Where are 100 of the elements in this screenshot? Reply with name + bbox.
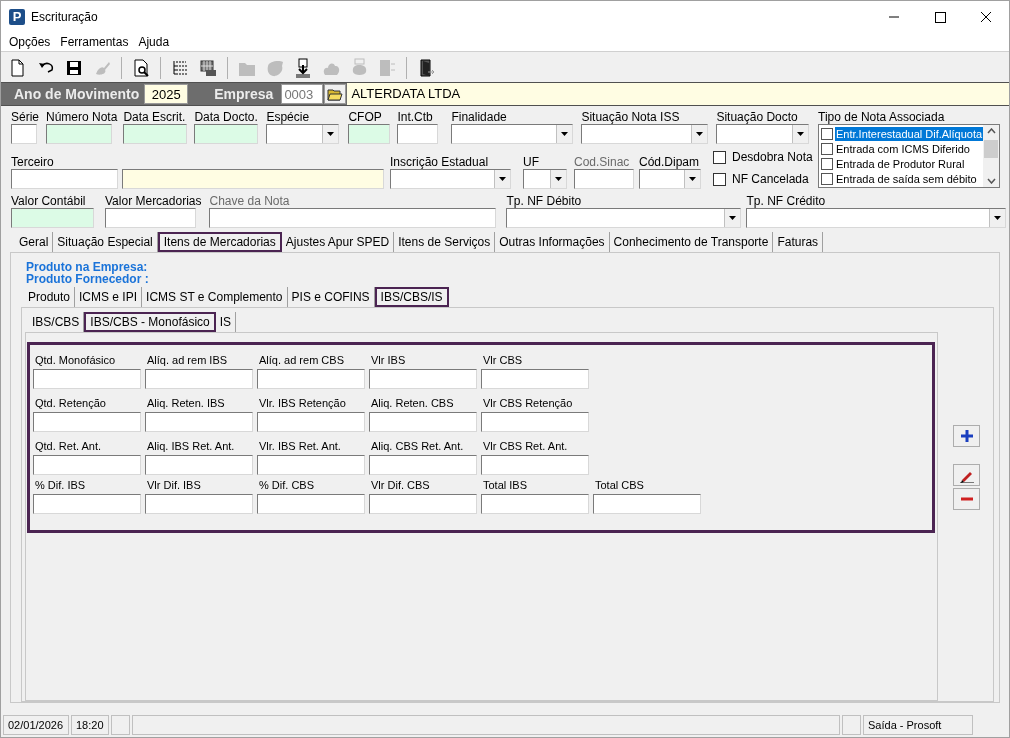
checkbox[interactable]: [713, 172, 726, 186]
field-label: Aliq. IBS Ret. Ant.: [146, 440, 236, 453]
checkbox[interactable]: [821, 127, 833, 140]
input-field[interactable]: [33, 412, 141, 432]
dropdown-arrow-icon: [797, 132, 805, 136]
input-field[interactable]: [397, 124, 439, 144]
dropdown-field[interactable]: [581, 124, 709, 144]
add-button[interactable]: [953, 425, 980, 447]
field-label: Cód.Dipam: [639, 156, 701, 168]
input-field[interactable]: [145, 455, 253, 475]
field-label: Data Docto.: [194, 111, 259, 123]
input-field[interactable]: [123, 124, 188, 144]
dropdown-field[interactable]: [746, 208, 1007, 228]
menu-item[interactable]: Ferramentas: [55, 32, 134, 51]
input-field[interactable]: [33, 369, 141, 389]
list-item[interactable]: Entrada com ICMS Diferido: [835, 141, 971, 156]
input-field[interactable]: [369, 412, 477, 432]
input-field[interactable]: [481, 369, 589, 389]
field-label: Terceiro: [11, 156, 55, 168]
status-panel: [111, 715, 130, 735]
product-label: Produto na Empresa:: [26, 261, 149, 273]
checkbox[interactable]: [821, 142, 833, 155]
input-field[interactable]: [145, 369, 253, 389]
input-field[interactable]: [257, 369, 365, 389]
company-name-field[interactable]: ALTERDATA LTDA: [347, 83, 1009, 105]
checkbox[interactable]: [713, 150, 726, 164]
status-panel: [842, 715, 861, 735]
company-code-field[interactable]: 0003: [281, 84, 324, 104]
field-label: Int.Ctb: [397, 111, 434, 123]
input-field[interactable]: [194, 124, 259, 144]
input-field[interactable]: [574, 169, 634, 189]
app-logo: P: [9, 8, 25, 25]
tab[interactable]: IS: [215, 312, 237, 332]
menu-item[interactable]: Opções: [4, 32, 56, 51]
field-label: Chave da Nota: [209, 195, 291, 207]
dropdown-field[interactable]: [506, 208, 742, 228]
input-field[interactable]: [11, 124, 37, 144]
input-field[interactable]: [481, 494, 589, 514]
input-field[interactable]: [145, 494, 253, 514]
input-field[interactable]: [481, 455, 589, 475]
field-label: Tipo de Nota Associada: [818, 111, 946, 123]
dropdown-field[interactable]: [716, 124, 810, 144]
list-item[interactable]: Entrada de saída sem débito: [835, 171, 978, 186]
download-icon[interactable]: [293, 57, 313, 78]
checklist-box[interactable]: Entr.Interestadual Dif.Alíquota Entrada com ICMS Diferido Entrada de Produtor Rural Entrada de saída sem débito: [818, 124, 1000, 188]
status-text: 02/01/2026: [3, 715, 69, 735]
input-field[interactable]: [33, 455, 141, 475]
input-field[interactable]: [33, 494, 141, 514]
input-field[interactable]: [257, 412, 365, 432]
input-field[interactable]: [209, 208, 497, 228]
checkbox[interactable]: [821, 172, 833, 185]
input-field[interactable]: [481, 412, 589, 432]
tab[interactable]: PIS e COFINS: [287, 287, 375, 307]
field-label: Data Escrit.: [123, 111, 187, 123]
tab[interactable]: Produto: [24, 287, 76, 307]
list-item[interactable]: Entrada de Produtor Rural: [835, 156, 966, 171]
edit-button[interactable]: [953, 464, 980, 486]
input-field[interactable]: [369, 369, 477, 389]
input-field[interactable]: [593, 494, 701, 514]
field-label: Ano de Movimento: [14, 84, 140, 104]
tab[interactable]: ICMS ST e Complemento: [142, 287, 288, 307]
input-field[interactable]: [11, 208, 94, 228]
tab[interactable]: Itens de Mercadorias: [157, 232, 282, 252]
open-folder-button[interactable]: [324, 84, 347, 104]
input-field[interactable]: [122, 169, 384, 189]
input-field[interactable]: [105, 208, 196, 228]
year-field[interactable]: 2025: [144, 84, 189, 104]
input-field[interactable]: [46, 124, 112, 144]
input-field[interactable]: [348, 124, 391, 144]
menu-item[interactable]: Ajuda: [133, 32, 175, 51]
list-item[interactable]: Entr.Interestadual Dif.Alíquota: [835, 126, 984, 141]
print-preview-icon[interactable]: [131, 57, 151, 78]
dropdown-field[interactable]: [451, 124, 574, 144]
scrollbar-thumb: [984, 140, 999, 158]
dropdown-field[interactable]: [266, 124, 340, 144]
dropdown-arrow-icon: [696, 132, 704, 136]
input-field[interactable]: [257, 494, 365, 514]
field-label: Inscrição Estadual: [390, 156, 490, 168]
dropdown-field[interactable]: [523, 169, 567, 189]
field-label: Tp. NF Débito: [506, 195, 583, 207]
checkbox[interactable]: [821, 157, 833, 170]
tab[interactable]: IBS/CBS/IS: [374, 287, 449, 307]
field-label: Vlr. IBS Ret. Ant.: [258, 440, 342, 453]
input-field[interactable]: [11, 169, 118, 189]
tab[interactable]: ICMS e IPI: [75, 287, 143, 307]
dropdown-field[interactable]: [639, 169, 701, 189]
window-title: Escrituração: [31, 8, 98, 26]
field-label: % Dif. IBS: [34, 479, 87, 492]
input-field[interactable]: [369, 494, 477, 514]
field-label: Número Nota: [46, 111, 118, 123]
dropdown-field[interactable]: [390, 169, 511, 189]
field-label: Cod.Sinac: [574, 156, 631, 168]
checkbox-label: NF Cancelada: [732, 171, 809, 188]
tab[interactable]: IBS/CBS - Monofásico: [84, 312, 216, 332]
delete-button[interactable]: [953, 488, 980, 510]
input-field[interactable]: [369, 455, 477, 475]
input-field[interactable]: [257, 455, 365, 475]
field-label: Vlr Dif. IBS: [146, 479, 202, 492]
input-field[interactable]: [145, 412, 253, 432]
grid-icon[interactable]: [198, 57, 218, 78]
